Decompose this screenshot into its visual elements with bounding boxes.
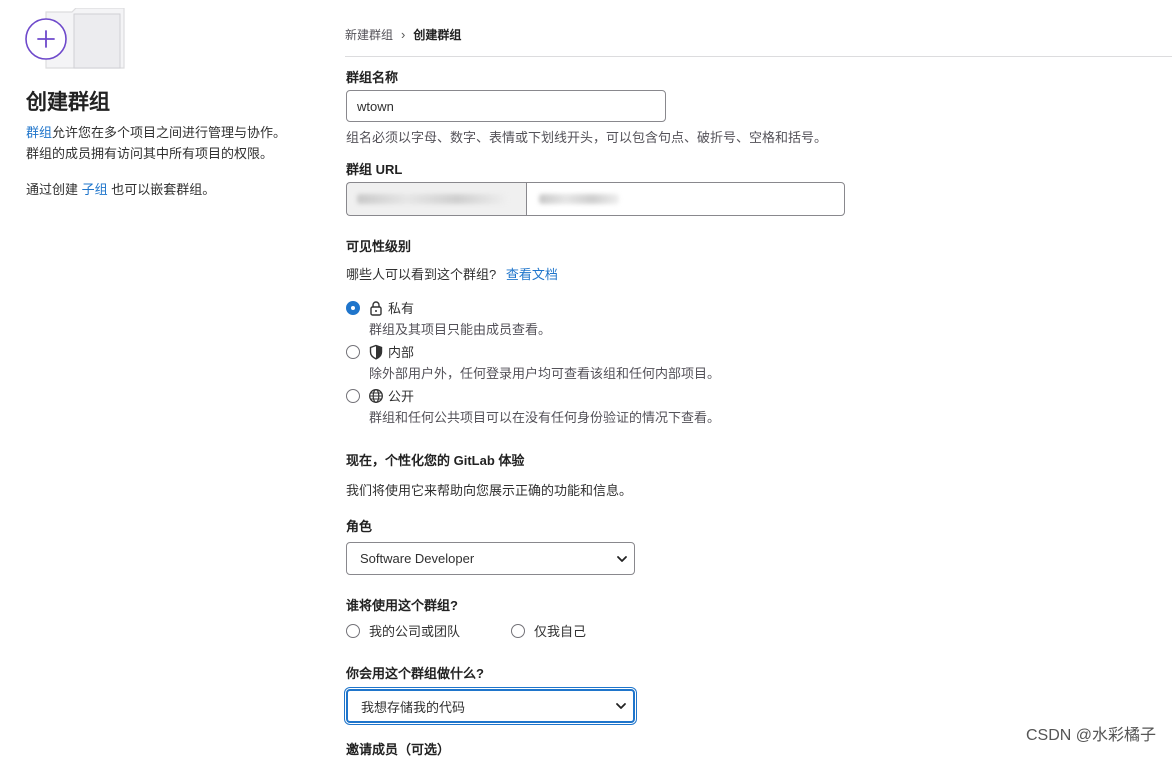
group-description-text: 允许您在多个项目之间进行管理与协作。 (52, 125, 287, 140)
groups-link[interactable]: 群组 (26, 125, 52, 140)
breadcrumb: 新建群组 › 创建群组 (345, 26, 461, 43)
breadcrumb-new-group[interactable]: 新建群组 (345, 26, 393, 43)
globe-icon (369, 388, 383, 403)
group-name-label: 群组名称 (346, 70, 399, 85)
personalize-description: 我们将使用它来帮助向您展示正确的功能和信息。 (346, 483, 633, 498)
header-divider (345, 56, 1172, 57)
visibility-label: 可见性级别 (346, 239, 412, 254)
purpose-select[interactable]: 我想存储我的代码 (346, 689, 635, 723)
group-url-field (346, 182, 845, 216)
group-description-line2: 群组的成员拥有访问其中所有项目的权限。 (26, 146, 274, 161)
subgroup-link[interactable]: 子组 (82, 182, 108, 197)
shield-icon (369, 344, 383, 360)
group-url-prefix (346, 182, 526, 216)
group-name-input[interactable] (346, 90, 666, 122)
chevron-right-icon: › (401, 27, 406, 42)
who-company-label: 我的公司或团队 (369, 624, 461, 639)
lock-icon (370, 300, 382, 316)
visibility-option-private[interactable]: 私有 (346, 298, 414, 317)
personalize-title: 现在，个性化您的 GitLab 体验 (346, 453, 525, 468)
new-group-illustration (25, 8, 125, 69)
visibility-private-desc: 群组及其项目只能由成员查看。 (369, 322, 552, 337)
visibility-private-label: 私有 (388, 301, 415, 316)
group-description: 群组允许您在多个项目之间进行管理与协作。 群组的成员拥有访问其中所有项目的权限。 (26, 122, 316, 164)
who-option-self[interactable]: 仅我自己 (511, 621, 586, 640)
visibility-public-label: 公开 (388, 389, 415, 404)
radio-internal[interactable] (346, 344, 360, 359)
breadcrumb-current: 创建群组 (413, 28, 462, 42)
subgroup-note-prefix: 通过创建 (26, 182, 79, 197)
role-select[interactable]: Software Developer (346, 542, 635, 575)
visibility-internal-desc: 除外部用户外，任何登录用户均可查看该组和任何内部项目。 (369, 366, 721, 381)
radio-self[interactable] (511, 623, 525, 638)
visibility-option-public[interactable]: 公开 (346, 386, 414, 405)
watermark: CSDN @水彩橘子 (1025, 727, 1156, 744)
radio-private[interactable] (346, 300, 360, 315)
purpose-select-value: 我想存储我的代码 (361, 699, 466, 715)
chevron-down-icon (617, 555, 627, 562)
visibility-public-desc: 群组和任何公共项目可以在没有任何身份验证的情况下查看。 (369, 410, 721, 425)
view-docs-link[interactable]: 查看文档 (506, 267, 558, 282)
radio-company[interactable] (346, 623, 360, 638)
group-url-label: 群组 URL (346, 162, 403, 177)
radio-public[interactable] (346, 388, 360, 403)
purpose-label: 你会用这个群组做什么? (346, 666, 484, 681)
role-select-value: Software Developer (360, 551, 475, 566)
visibility-question: 哪些人可以看到这个群组? (346, 267, 497, 282)
group-url-path-input[interactable] (526, 182, 845, 216)
who-option-company[interactable]: 我的公司或团队 (346, 621, 460, 640)
who-label: 谁将使用这个群组? (346, 598, 458, 613)
visibility-internal-label: 内部 (388, 345, 415, 360)
redacted-url-path (539, 194, 619, 204)
subgroup-note: 通过创建 子组 也可以嵌套群组。 (26, 179, 215, 198)
who-self-label: 仅我自己 (534, 624, 587, 639)
role-label: 角色 (346, 519, 373, 534)
group-name-help: 组名必须以字母、数字、表情或下划线开头，可以包含句点、破折号、空格和括号。 (346, 130, 828, 145)
visibility-question-row: 哪些人可以看到这个群组? 查看文档 (346, 264, 558, 283)
page-title: 创建群组 (26, 91, 110, 114)
chevron-down-icon (616, 703, 626, 709)
visibility-option-internal[interactable]: 内部 (346, 342, 414, 361)
subgroup-note-suffix: 也可以嵌套群组。 (111, 182, 216, 197)
redacted-url-prefix (357, 194, 507, 204)
